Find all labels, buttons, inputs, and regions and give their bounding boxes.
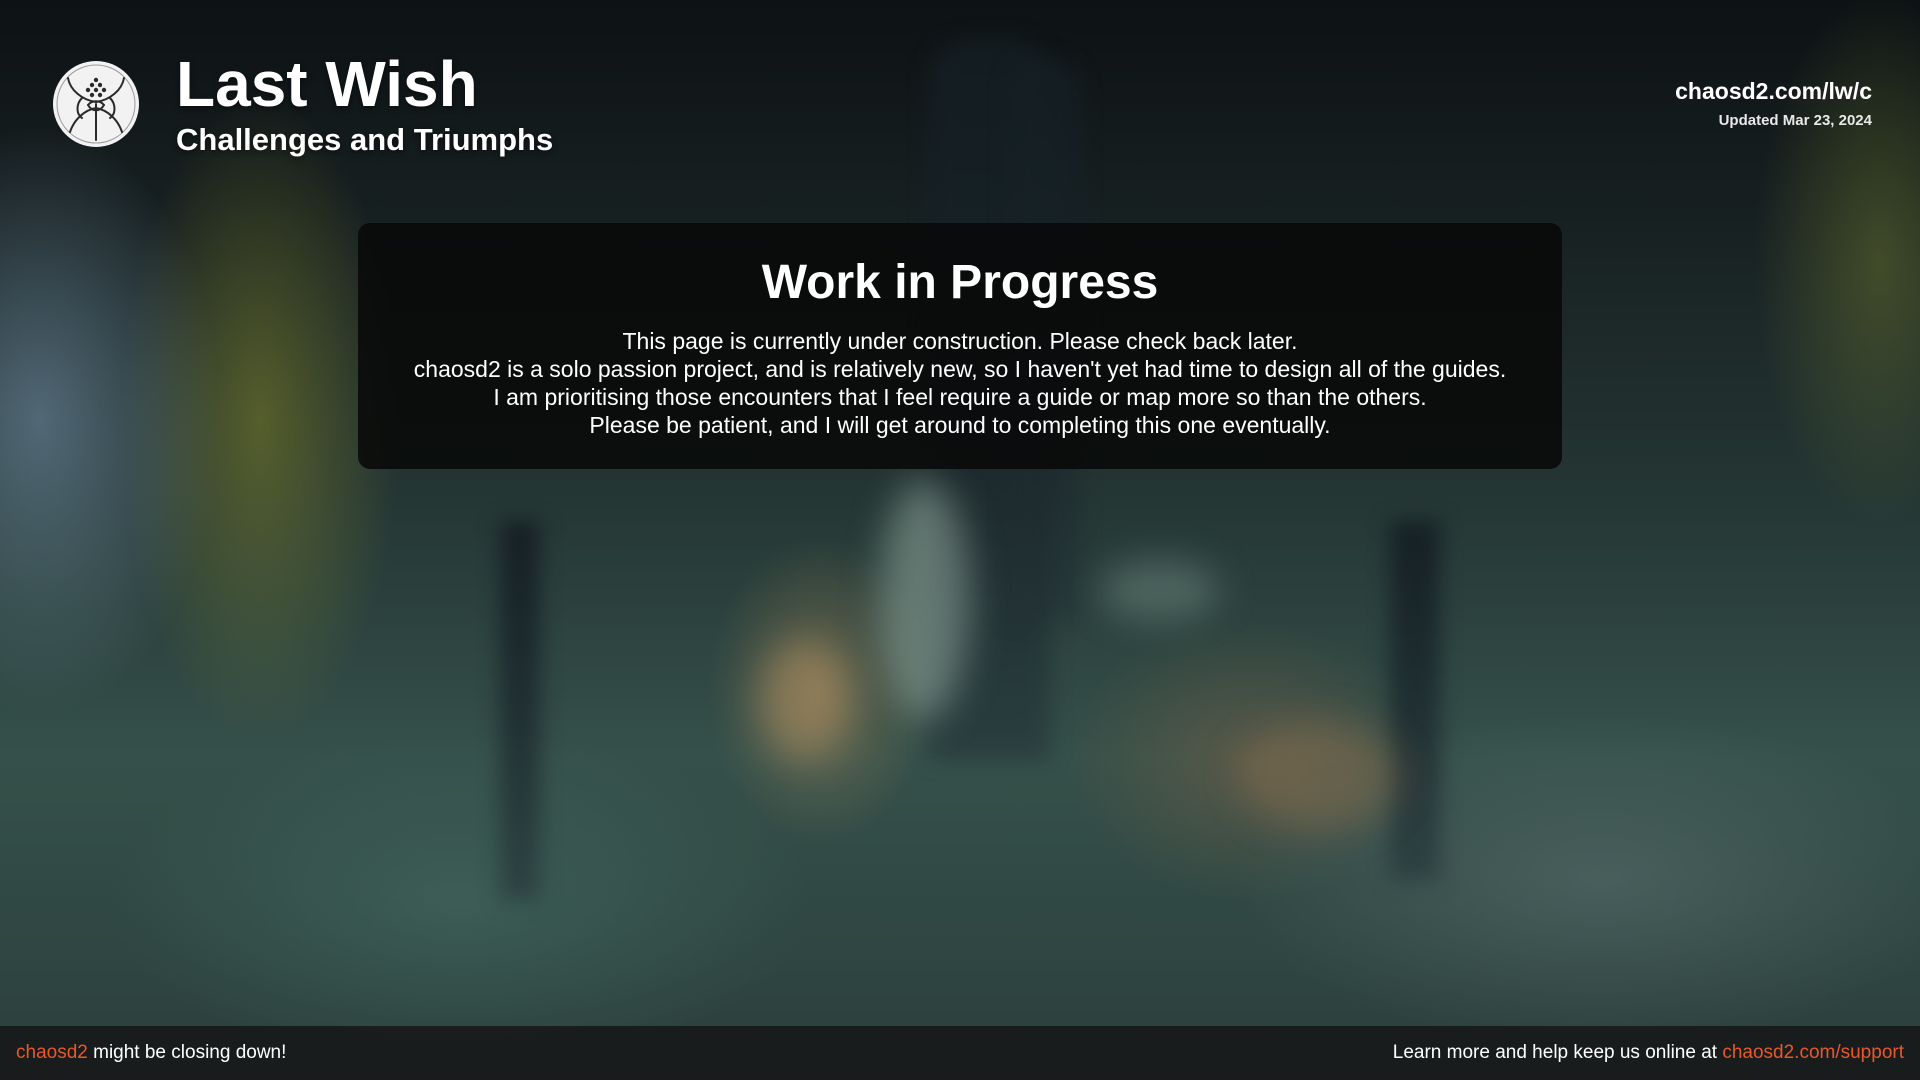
page-title: Last Wish xyxy=(176,48,478,120)
background-image xyxy=(0,0,1920,1080)
work-in-progress-panel: Work in Progress This page is currently … xyxy=(358,223,1562,469)
closing-notice: chaosd2 might be closing down! xyxy=(16,1026,286,1080)
notice-line: Please be patient, and I will get around… xyxy=(589,412,1331,438)
notice-line: chaosd2 is a solo passion project, and i… xyxy=(413,356,1507,382)
raid-emblem-icon xyxy=(53,61,139,147)
closing-notice-text: might be closing down! xyxy=(87,1042,287,1063)
footer-banner: chaosd2 might be closing down! Learn mor… xyxy=(0,1026,1920,1080)
notice-line: This page is currently under constructio… xyxy=(622,328,1298,354)
support-notice-text: Learn more and help keep us online at xyxy=(1392,1042,1723,1063)
page-subtitle: Challenges and Triumphs xyxy=(176,122,554,157)
notice-line: I am prioritising those encounters that … xyxy=(493,384,1427,410)
updated-date: Updated Mar 23, 2024 xyxy=(1718,112,1872,129)
site-url[interactable]: chaosd2.com/lw/c xyxy=(1675,78,1872,104)
support-link[interactable]: chaosd2.com/support xyxy=(1722,1042,1904,1063)
support-notice: Learn more and help keep us online at ch… xyxy=(1393,1026,1904,1080)
notice-heading: Work in Progress xyxy=(761,256,1159,309)
chaosd2-link[interactable]: chaosd2 xyxy=(16,1042,88,1063)
